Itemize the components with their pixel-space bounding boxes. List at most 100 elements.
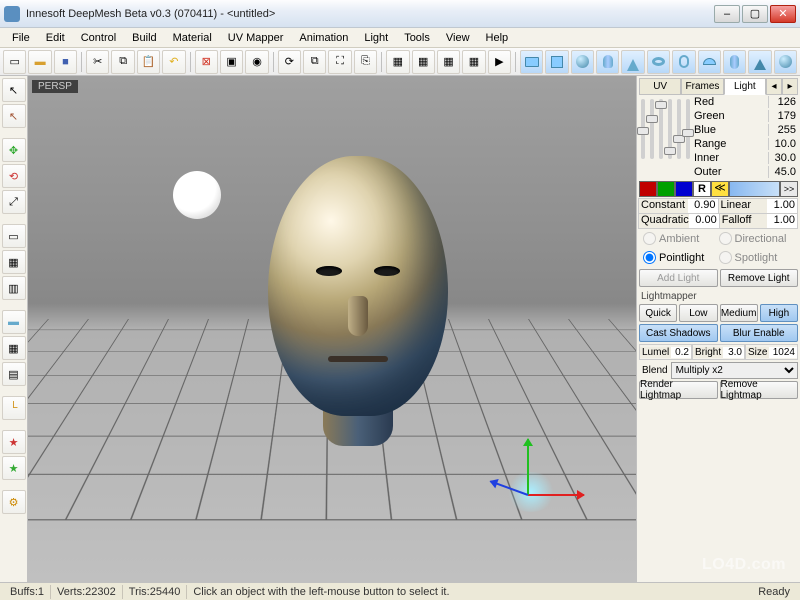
menu-edit[interactable]: Edit	[38, 30, 73, 46]
swatch-current[interactable]	[729, 181, 780, 197]
grid3-button[interactable]: ▦	[437, 50, 460, 74]
menu-view[interactable]: View	[438, 30, 478, 46]
menu-build[interactable]: Build	[124, 30, 164, 46]
swatch-more-button[interactable]: >>	[780, 181, 798, 197]
primitive-pyramid-button[interactable]	[748, 50, 771, 74]
quality-high-button[interactable]: High	[760, 304, 798, 322]
menu-help[interactable]: Help	[478, 30, 517, 46]
value-blue[interactable]: 255	[768, 124, 798, 136]
radio-spotlight[interactable]: Spotlight	[719, 251, 795, 264]
slider-range[interactable]	[668, 99, 672, 159]
open-button[interactable]: ▬	[28, 50, 51, 74]
value-inner[interactable]: 30.0	[768, 152, 798, 164]
primitive-cube-button[interactable]	[545, 50, 568, 74]
value-red[interactable]: 126	[768, 96, 798, 108]
radio-ambient[interactable]: Ambient	[643, 232, 719, 245]
swatch-prev[interactable]: ≪	[711, 181, 729, 197]
copy-button[interactable]: ⧉	[111, 50, 134, 74]
grid4-button[interactable]: ▦	[462, 50, 485, 74]
primitive-cone-button[interactable]	[621, 50, 644, 74]
swatch-green[interactable]	[657, 181, 675, 197]
menu-material[interactable]: Material	[165, 30, 220, 46]
quality-quick-button[interactable]: Quick	[639, 304, 677, 322]
tab-light[interactable]: Light	[724, 78, 766, 95]
menu-uvmapper[interactable]: UV Mapper	[220, 30, 292, 46]
cut-button[interactable]: ✂	[86, 50, 109, 74]
slider-inner[interactable]	[677, 99, 681, 159]
shade-tool[interactable]: ▬	[2, 310, 26, 334]
swatch-blue[interactable]	[675, 181, 693, 197]
primitive-torus-button[interactable]	[647, 50, 670, 74]
primitive-extra-button[interactable]	[774, 50, 797, 74]
value-quadratic[interactable]: 0.00	[689, 214, 719, 228]
light-object[interactable]	[173, 171, 221, 219]
value-linear[interactable]: 1.00	[767, 199, 797, 213]
slider-blue[interactable]	[659, 99, 663, 159]
value-bright[interactable]: 3.0	[723, 347, 744, 358]
value-constant[interactable]: 0.90	[688, 199, 718, 213]
tool-a-button[interactable]: ▣	[220, 50, 243, 74]
paste-button[interactable]: 📋	[137, 50, 160, 74]
cast-shadows-button[interactable]: Cast Shadows	[639, 324, 718, 342]
grid2-button[interactable]: ▦	[412, 50, 435, 74]
tab-uv[interactable]: UV	[639, 78, 681, 95]
maximize-button[interactable]: ▢	[742, 5, 768, 23]
quality-medium-button[interactable]: Medium	[720, 304, 758, 322]
slider-red[interactable]	[641, 99, 645, 159]
delete-button[interactable]: ⊠	[195, 50, 218, 74]
menu-light[interactable]: Light	[356, 30, 396, 46]
swatch-red[interactable]	[639, 181, 657, 197]
value-falloff[interactable]: 1.00	[767, 214, 797, 228]
value-outer[interactable]: 45.0	[768, 166, 798, 178]
radio-directional[interactable]: Directional	[719, 232, 795, 245]
move-tool[interactable]: ✥	[2, 138, 26, 162]
view-split-tool[interactable]: ▥	[2, 276, 26, 300]
menu-file[interactable]: File	[4, 30, 38, 46]
remove-tool[interactable]: ★	[2, 456, 26, 480]
slider-outer[interactable]	[686, 99, 690, 159]
gizmo-y-axis[interactable]	[527, 439, 529, 495]
menu-animation[interactable]: Animation	[291, 30, 356, 46]
viewport-3d[interactable]: PERSP	[28, 76, 636, 582]
select-tool[interactable]: ↖	[2, 78, 26, 102]
swatch-reset[interactable]: R	[693, 181, 711, 197]
blend-select[interactable]: Multiply x2	[671, 362, 798, 379]
save-button[interactable]: ■	[54, 50, 77, 74]
texture-tool[interactable]: ▤	[2, 362, 26, 386]
primitive-tube-button[interactable]	[672, 50, 695, 74]
axis-tool[interactable]: └	[2, 396, 26, 420]
tab-scroll-left[interactable]: ◂	[766, 78, 782, 95]
slider-green[interactable]	[650, 99, 654, 159]
value-range[interactable]: 10.0	[768, 138, 798, 150]
minimize-button[interactable]: –	[714, 5, 740, 23]
primitive-hemisphere-button[interactable]	[698, 50, 721, 74]
new-button[interactable]: ▭	[3, 50, 26, 74]
menu-tools[interactable]: Tools	[396, 30, 438, 46]
blur-enable-button[interactable]: Blur Enable	[720, 324, 799, 342]
wire-tool[interactable]: ▦	[2, 336, 26, 360]
refresh-button[interactable]: ⟳	[278, 50, 301, 74]
expand-button[interactable]: ⛶	[328, 50, 351, 74]
primitive-cylinder-button[interactable]	[596, 50, 619, 74]
add-tool[interactable]: ★	[2, 430, 26, 454]
transform-gizmo[interactable]	[486, 432, 576, 522]
misc-tool[interactable]: ⚙	[2, 490, 26, 514]
close-button[interactable]: ✕	[770, 5, 796, 23]
rotate-tool[interactable]: ⟲	[2, 164, 26, 188]
remove-light-button[interactable]: Remove Light	[720, 269, 799, 287]
scale-tool[interactable]: ⤢	[2, 190, 26, 214]
tool-b-button[interactable]: ◉	[245, 50, 268, 74]
tab-scroll-right[interactable]: ▸	[782, 78, 798, 95]
undo-button[interactable]: ↶	[162, 50, 185, 74]
primitive-sphere-button[interactable]	[571, 50, 594, 74]
render-lightmap-button[interactable]: Render Lightmap	[639, 381, 718, 399]
primitive-plane-button[interactable]	[520, 50, 543, 74]
radio-pointlight[interactable]: Pointlight	[643, 251, 719, 264]
gizmo-x-axis[interactable]	[528, 494, 584, 496]
value-lumel[interactable]: 0.2	[671, 347, 691, 358]
tab-frames[interactable]: Frames	[681, 78, 723, 95]
head-mesh[interactable]	[268, 156, 448, 416]
view-single-tool[interactable]: ▭	[2, 224, 26, 248]
value-size[interactable]: 1024	[769, 347, 797, 358]
layers-button[interactable]: ⧉	[303, 50, 326, 74]
